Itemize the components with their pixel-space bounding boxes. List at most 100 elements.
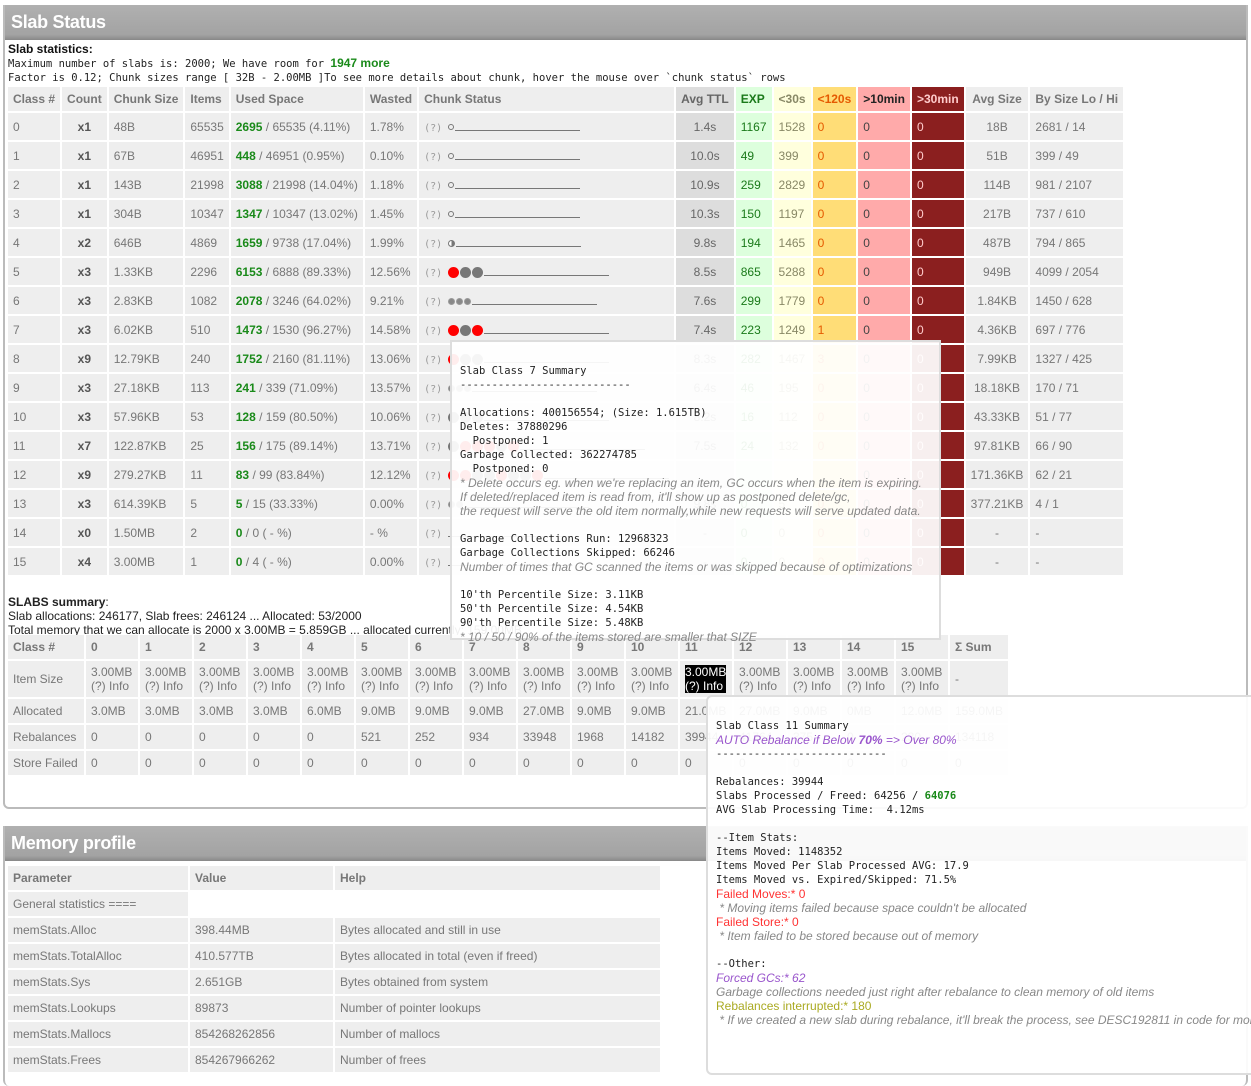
section-general: General statistics ==== bbox=[8, 892, 188, 916]
class-header: 1 bbox=[140, 635, 192, 659]
item-size-cell[interactable]: 3.00MB (?) Info bbox=[356, 661, 408, 697]
help-icon[interactable]: (?) bbox=[424, 123, 442, 134]
chunk-status[interactable]: (?) bbox=[419, 229, 675, 256]
help-icon[interactable]: (?) bbox=[424, 297, 442, 308]
help-icon[interactable]: (?) bbox=[424, 442, 442, 453]
help-icon[interactable]: (?) bbox=[424, 268, 442, 279]
item-size-info[interactable]: 3.00MB (?) Info bbox=[199, 665, 240, 693]
class-number: 13 bbox=[8, 490, 61, 517]
memory-help: Number of pointer lookups bbox=[335, 996, 660, 1020]
info-link[interactable]: (?) Info bbox=[523, 679, 564, 693]
column-header: >10min bbox=[858, 87, 910, 111]
item-size-cell[interactable]: 3.00MB (?) Info bbox=[410, 661, 462, 697]
item-size-info[interactable]: 3.00MB (?) Info bbox=[469, 665, 510, 693]
info-link[interactable]: (?) Info bbox=[253, 679, 294, 693]
memory-row: memStats.Sys 2.651GB Bytes obtained from s… bbox=[8, 970, 660, 994]
item-size-info[interactable]: 3.00MB (?) Info bbox=[685, 665, 727, 693]
info-link[interactable]: (?) Info bbox=[739, 679, 780, 693]
item-size-info[interactable]: 3.00MB (?) Info bbox=[415, 665, 456, 693]
p50: 50'th Percentile Size: 4.54KB bbox=[460, 603, 644, 615]
item-size-info[interactable]: 3.00MB (?) Info bbox=[577, 665, 618, 693]
used-space: 5 / 15 (33.33%) bbox=[230, 490, 363, 517]
rebalances-value: 0 bbox=[248, 725, 300, 749]
slab-row[interactable]: 6 x3 2.83KB 1082 2078 / 3246 (64.02%) 9.21% (?… bbox=[8, 287, 1124, 314]
item-size-info[interactable]: 3.00MB (?) Info bbox=[307, 665, 348, 693]
store-failed-value: 0 bbox=[140, 751, 192, 775]
chunk-status[interactable]: (?) bbox=[419, 171, 675, 198]
info-link[interactable]: (?) Info bbox=[577, 679, 618, 693]
item-size-cell[interactable]: 3.00MB (?) Info bbox=[896, 661, 948, 697]
item-size-cell[interactable]: 3.00MB (?) Info bbox=[194, 661, 246, 697]
help-icon[interactable]: (?) bbox=[424, 210, 442, 221]
item-size-cell[interactable]: 3.00MB (?) Info bbox=[842, 661, 894, 697]
item-size-info[interactable]: 3.00MB (?) Info bbox=[253, 665, 294, 693]
class-number: 9 bbox=[8, 374, 61, 401]
item-size-info[interactable]: 3.00MB (?) Info bbox=[91, 665, 132, 693]
item-size-cell[interactable]: 3.00MB (?) Info bbox=[248, 661, 300, 697]
help-icon[interactable]: (?) bbox=[424, 471, 442, 482]
info-link[interactable]: (?) Info bbox=[631, 679, 672, 693]
info-link[interactable]: (?) Info bbox=[685, 679, 726, 693]
help-icon[interactable]: (?) bbox=[424, 529, 442, 540]
item-size-info[interactable]: 3.00MB (?) Info bbox=[523, 665, 564, 693]
help-icon[interactable]: (?) bbox=[424, 326, 442, 337]
chunk-status[interactable]: (?) bbox=[419, 316, 675, 343]
class-number: 11 bbox=[8, 432, 61, 459]
chunk-status[interactable]: (?) bbox=[419, 258, 675, 285]
slab-row[interactable]: 5 x3 1.33KB 2296 6153 / 6888 (89.33%) 12.56%(… bbox=[8, 258, 1124, 285]
info-link[interactable]: (?) Info bbox=[361, 679, 402, 693]
used-total: / 4 ( - %) bbox=[242, 554, 292, 569]
item-size-cell[interactable]: 3.00MB (?) Info bbox=[518, 661, 570, 697]
item-size-cell[interactable]: 3.00MB (?) Info bbox=[140, 661, 192, 697]
item-size-info[interactable]: 3.00MB (?) Info bbox=[847, 665, 888, 693]
slab-row[interactable]: 2 x1 143B 21998 3088 / 21998 (14.04%) 1.18% (?… bbox=[8, 171, 1124, 198]
slab-row[interactable]: 0 x1 48B 65535 2695 / 65535 (4.11%) 1.78% (?) 1… bbox=[8, 113, 1124, 140]
item-size-info[interactable]: 3.00MB (?) Info bbox=[145, 665, 186, 693]
item-size-info[interactable]: 3.00MB (?) Info bbox=[901, 665, 942, 693]
chunk-status[interactable]: (?) bbox=[419, 287, 675, 314]
chunk-outline-dot-icon bbox=[448, 211, 455, 218]
item-size-cell[interactable]: 3.00MB (?) Info bbox=[572, 661, 624, 697]
help-icon[interactable]: (?) bbox=[424, 239, 442, 250]
info-link[interactable]: (?) Info bbox=[307, 679, 348, 693]
lt120s-count: 0 bbox=[812, 200, 857, 227]
slab-row[interactable]: 4 x2 646B 4869 1659 / 9738 (17.04%) 1.99% (?) 9… bbox=[8, 229, 1124, 256]
help-icon[interactable]: (?) bbox=[424, 500, 442, 511]
info-link[interactable]: (?) Info bbox=[199, 679, 240, 693]
slab-row[interactable]: 3 x1 304B 10347 1347 / 10347 (13.02%) 1.45% (?… bbox=[8, 200, 1124, 227]
info-link[interactable]: (?) Info bbox=[469, 679, 510, 693]
chunk-status[interactable]: (?) bbox=[419, 113, 675, 140]
failed-moves-note: * Moving items failed because space coul… bbox=[716, 901, 1027, 915]
slab-row[interactable]: 1 x1 67B 46951 448 / 46951 (0.95%) 0.10% (?) 10… bbox=[8, 142, 1124, 169]
info-link[interactable]: (?) Info bbox=[91, 679, 132, 693]
gt10min-count: 0 bbox=[858, 142, 910, 169]
column-header: <30s bbox=[773, 87, 811, 111]
item-size-cell[interactable]: 3.00MB (?) Info bbox=[734, 661, 786, 697]
item-size-cell[interactable]: 3.00MB (?) Info bbox=[788, 661, 840, 697]
item-size-info[interactable]: 3.00MB (?) Info bbox=[793, 665, 834, 693]
item-size-info[interactable]: 3.00MB (?) Info bbox=[739, 665, 780, 693]
help-icon[interactable]: (?) bbox=[424, 413, 442, 424]
rebalances-interrupted: Rebalances interrupted:* 180 bbox=[716, 999, 872, 1013]
chunk-status[interactable]: (?) bbox=[419, 142, 675, 169]
slab-row[interactable]: 7 x3 6.02KB 510 1473 / 1530 (96.27%) 14.58% (?… bbox=[8, 316, 1124, 343]
help-icon[interactable]: (?) bbox=[424, 152, 442, 163]
info-link[interactable]: (?) Info bbox=[145, 679, 186, 693]
item-size-cell[interactable]: 3.00MB (?) Info bbox=[626, 661, 678, 697]
info-link[interactable]: (?) Info bbox=[847, 679, 888, 693]
item-size-info[interactable]: 3.00MB (?) Info bbox=[361, 665, 402, 693]
info-link[interactable]: (?) Info bbox=[901, 679, 942, 693]
item-size-cell[interactable]: 3.00MB (?) Info bbox=[680, 661, 732, 697]
info-link[interactable]: (?) Info bbox=[793, 679, 834, 693]
help-icon[interactable]: (?) bbox=[424, 181, 442, 192]
item-size-cell[interactable]: 3.00MB (?) Info bbox=[302, 661, 354, 697]
info-link[interactable]: (?) Info bbox=[415, 679, 456, 693]
help-icon[interactable]: (?) bbox=[424, 355, 442, 366]
chunk-status[interactable]: (?) bbox=[419, 200, 675, 227]
help-icon[interactable]: (?) bbox=[424, 558, 442, 569]
item-size-cell[interactable]: 3.00MB (?) Info bbox=[464, 661, 516, 697]
help-icon[interactable]: (?) bbox=[424, 384, 442, 395]
item-size-info[interactable]: 3.00MB (?) Info bbox=[631, 665, 672, 693]
auto-rebalance-pct: 70% bbox=[858, 733, 883, 747]
item-size-cell[interactable]: 3.00MB (?) Info bbox=[86, 661, 138, 697]
